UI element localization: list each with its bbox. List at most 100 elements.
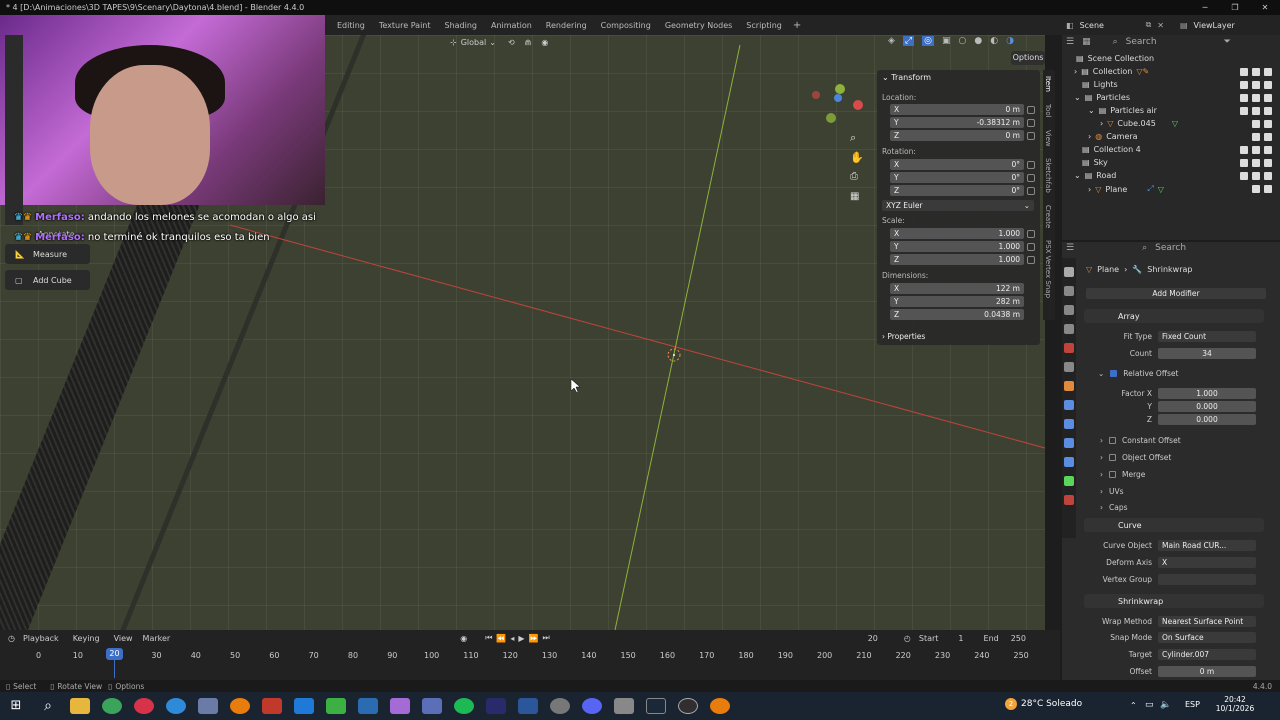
properties-search[interactable]: Search [1155, 243, 1186, 253]
new-scene-icon[interactable]: ⧉ [1146, 20, 1152, 30]
lock-icon[interactable] [1027, 161, 1035, 169]
visibility-toggles[interactable] [1240, 146, 1272, 154]
stopwatch-icon[interactable]: ◴ [904, 634, 911, 643]
count-field[interactable]: 34 [1158, 348, 1256, 359]
weather-widget[interactable]: 2 28°C Soleado [1005, 698, 1082, 710]
pycharm-icon[interactable] [326, 698, 346, 714]
tab-item[interactable]: Item [1043, 70, 1053, 98]
minimize-button[interactable]: ─ [1190, 0, 1220, 15]
lock-icon[interactable] [1027, 119, 1035, 127]
scene-tab-icon[interactable] [1064, 343, 1074, 353]
app-icon[interactable] [198, 698, 218, 714]
tab-psx-vertex-snap[interactable]: PSX Vertex Snap [1043, 234, 1053, 304]
visibility-toggles[interactable] [1240, 185, 1272, 193]
steam-icon[interactable] [646, 698, 666, 714]
scale-x-field[interactable]: X 1.000 [890, 228, 1024, 239]
object-tab-icon[interactable] [1064, 381, 1074, 391]
language-indicator[interactable]: ESP [1185, 700, 1200, 709]
outliner-item-plane[interactable]: › ▽ Plane ⤢ ▽ [1088, 184, 1164, 194]
dimension-y-field[interactable]: Y 282 m [890, 296, 1024, 307]
rotation-z-field[interactable]: Z 0° [890, 185, 1024, 196]
outliner-item-camera[interactable]: › ◍ Camera [1088, 132, 1138, 141]
current-frame-field[interactable]: 20 [868, 634, 878, 643]
tab-rendering[interactable]: Rendering [539, 21, 594, 30]
particles-tab-icon[interactable] [1064, 419, 1074, 429]
visibility-icon[interactable]: ◈ [888, 36, 895, 46]
vertex-group-field[interactable] [1158, 574, 1256, 585]
merge-toggle[interactable]: › Merge [1100, 470, 1145, 479]
edge-icon[interactable] [166, 698, 186, 714]
outliner-item-road[interactable]: ⌄ ▤ Road [1074, 171, 1116, 180]
settings-icon[interactable] [550, 698, 570, 714]
tab-animation[interactable]: Animation [484, 21, 539, 30]
start-field[interactable]: 1 [958, 634, 963, 643]
chrome-icon[interactable] [102, 698, 122, 714]
dimension-z-field[interactable]: Z 0.0438 m [890, 309, 1024, 320]
uvs-subpanel[interactable]: › UVs [1100, 487, 1124, 496]
xray-icon[interactable]: ▣ [942, 36, 951, 46]
tab-compositing[interactable]: Compositing [594, 21, 658, 30]
tab-view[interactable]: View [1043, 124, 1053, 153]
view-layer-tab-icon[interactable] [1064, 324, 1074, 334]
app-icon[interactable] [262, 698, 282, 714]
tool-tab-icon[interactable] [1064, 267, 1074, 277]
play-reverse-icon[interactable]: ◂ [510, 634, 514, 643]
obs-icon[interactable] [678, 698, 698, 714]
outliner-item-collection-4[interactable]: ▤ Collection 4 [1082, 145, 1141, 154]
outliner-item-lights[interactable]: ▤ Lights [1082, 80, 1118, 89]
search-icon[interactable]: ⌕ [38, 698, 58, 714]
remove-scene-icon[interactable]: ✕ [1157, 21, 1164, 30]
lock-icon[interactable] [1027, 187, 1035, 195]
camera-view-icon[interactable]: ⎙ [850, 171, 858, 182]
location-x-field[interactable]: X0 m [890, 104, 1024, 115]
jump-end-icon[interactable]: ⏭ [543, 633, 550, 643]
volume-icon[interactable]: 🔈 [1160, 700, 1171, 710]
orientation-dropdown[interactable]: Global [461, 38, 487, 47]
render-tab-icon[interactable] [1064, 286, 1074, 296]
deform-axis-dropdown[interactable]: X [1158, 557, 1256, 568]
outliner-item-particles-air[interactable]: ⌄ ▤ Particles air [1088, 106, 1157, 115]
editor-type-icon[interactable]: ☰ [1066, 37, 1074, 47]
lock-icon[interactable] [1027, 106, 1035, 114]
prev-keyframe-icon[interactable]: ⏪ [496, 634, 506, 643]
maximize-button[interactable]: ❐ [1220, 0, 1250, 15]
dimension-x-field[interactable]: X 122 m [890, 283, 1024, 294]
blender-taskbar-icon[interactable] [230, 698, 250, 714]
scale-z-field[interactable]: Z 1.000 [890, 254, 1024, 265]
close-button[interactable]: ✕ [1250, 0, 1280, 15]
rotation-mode-dropdown[interactable]: XYZ Euler ⌄ [882, 200, 1034, 211]
output-tab-icon[interactable] [1064, 305, 1074, 315]
filter-icon[interactable]: ⏷ [1224, 37, 1231, 47]
outliner-item-particles[interactable]: ⌄ ▤ Particles [1074, 93, 1130, 102]
play-icon[interactable]: ▶ [518, 634, 524, 643]
windows-start-icon[interactable]: ⊞ [6, 698, 26, 714]
outliner-item-sky[interactable]: ▤ Sky [1082, 158, 1108, 167]
vs-icon[interactable] [358, 698, 378, 714]
visibility-toggles[interactable] [1240, 81, 1272, 89]
view-menu[interactable]: View [114, 634, 133, 643]
lock-icon[interactable] [1027, 174, 1035, 182]
visibility-toggles[interactable] [1240, 94, 1272, 102]
viewlayer-name[interactable]: ViewLayer [1194, 21, 1235, 30]
constant-offset-toggle[interactable]: › Constant Offset [1100, 436, 1181, 445]
spotify-icon[interactable] [454, 698, 474, 714]
visibility-toggles[interactable] [1240, 120, 1272, 128]
snap-icon[interactable]: ⋒ [525, 38, 532, 47]
wrap-method-dropdown[interactable]: Nearest Surface Point [1158, 616, 1256, 627]
transform-header[interactable]: ⌄ Transform [882, 73, 931, 82]
tab-sketchfab[interactable]: Sketchfab [1043, 152, 1053, 199]
visibility-toggles[interactable] [1240, 172, 1272, 180]
rotation-y-field[interactable]: Y 0° [890, 172, 1024, 183]
tab-create[interactable]: Create [1043, 199, 1053, 234]
after-effects-icon[interactable] [486, 698, 506, 714]
outliner-item-scene-collection[interactable]: ▤ Scene Collection [1076, 54, 1154, 63]
lock-icon[interactable] [1027, 256, 1035, 264]
location-y-field[interactable]: Y -0.38312 m [890, 117, 1024, 128]
lock-icon[interactable] [1027, 230, 1035, 238]
constraints-tab-icon[interactable] [1064, 457, 1074, 467]
app-icon[interactable] [390, 698, 410, 714]
rotation-x-field[interactable]: X 0° [890, 159, 1024, 170]
visibility-toggles[interactable] [1240, 159, 1272, 167]
pivot-icon[interactable]: ⟲ [508, 38, 515, 47]
outliner-search[interactable]: Search [1126, 37, 1216, 47]
